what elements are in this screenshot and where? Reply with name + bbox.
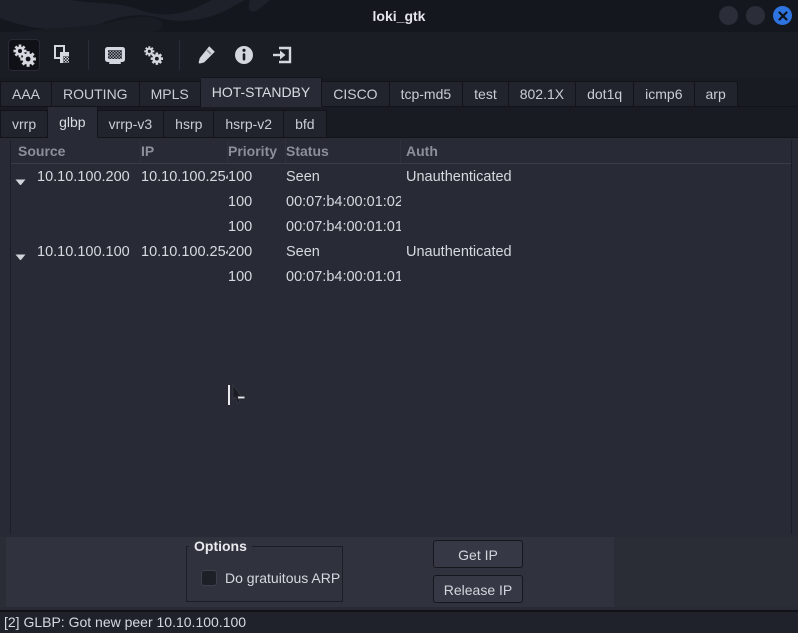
hot-standby-tabs: vrrp glbp vrrp-v3 hsrp hsrp-v2 bfd <box>0 107 798 138</box>
tab-icmp6[interactable]: icmp6 <box>634 81 694 107</box>
column-header-ip[interactable]: IP <box>141 140 228 163</box>
toolbar <box>0 32 798 78</box>
statusbar: [2] GLBP: Got new peer 10.10.100.100 <box>0 610 798 633</box>
tab-hot-standby[interactable]: HOT-STANDBY <box>201 77 323 107</box>
table-row[interactable]: 10.10.100.100 10.10.100.254 200 Seen Una… <box>11 239 791 264</box>
column-header-auth[interactable]: Auth <box>401 140 791 163</box>
minimize-button[interactable] <box>719 6 738 25</box>
preferences-button[interactable] <box>137 39 169 71</box>
column-header-source[interactable]: Source <box>11 140 141 163</box>
cell-priority: 100 <box>228 169 286 185</box>
glbp-page: Source IP Priority Status Auth 10.10.100… <box>0 138 798 610</box>
tab-test[interactable]: test <box>463 81 509 107</box>
cell-priority: 100 <box>228 194 286 210</box>
table-row[interactable]: 100 00:07:b4:00:01:01 <box>11 214 791 239</box>
tab-dot1q[interactable]: dot1q <box>576 81 634 107</box>
cell-auth: Unauthenticated <box>401 244 791 260</box>
options-frame: Options Do gratuitous ARP <box>186 546 343 602</box>
loki-gtk-window: loki_gtk <box>0 0 798 633</box>
copy-document-icon <box>50 43 74 67</box>
release-ip-button[interactable]: Release IP <box>433 575 523 603</box>
cell-source: 10.10.100.200 <box>37 169 130 185</box>
cell-auth: Unauthenticated <box>401 169 791 185</box>
gratuitous-arp-checkbox[interactable] <box>201 570 217 586</box>
cell-status: 00:07:b4:00:01:02 <box>286 194 401 210</box>
cell-priority: 200 <box>228 244 286 260</box>
tab-aaa[interactable]: AAA <box>0 81 52 107</box>
preferences-gears-icon <box>142 44 164 66</box>
cell-status: 00:07:b4:00:01:01 <box>286 269 401 285</box>
titlebar[interactable]: loki_gtk <box>0 0 798 32</box>
cell-priority: 100 <box>228 219 286 235</box>
cell-status: 00:07:b4:00:01:01 <box>286 219 401 235</box>
cell-ip: 10.10.100.254 <box>141 244 228 260</box>
window-controls <box>719 6 792 25</box>
edit-button[interactable] <box>190 39 222 71</box>
close-button[interactable] <box>773 6 792 25</box>
statusbar-message: [2] GLBP: Got new peer 10.10.100.100 <box>4 614 246 630</box>
tab-arp[interactable]: arp <box>695 81 738 107</box>
tab-vrrp[interactable]: vrrp <box>0 110 48 138</box>
tab-hsrp-v2[interactable]: hsrp-v2 <box>214 110 284 138</box>
window-title: loki_gtk <box>0 0 798 32</box>
get-ip-button[interactable]: Get IP <box>433 540 523 568</box>
cell-source: 10.10.100.100 <box>37 244 130 260</box>
maximize-button[interactable] <box>746 6 765 25</box>
tab-routing[interactable]: ROUTING <box>52 81 140 107</box>
table-row[interactable]: 100 00:07:b4:00:01:01 <box>11 264 791 289</box>
tab-vrrp-v3[interactable]: vrrp-v3 <box>98 110 165 138</box>
tab-hsrp[interactable]: hsrp <box>164 110 214 138</box>
close-x-icon <box>778 11 788 21</box>
interfaces-button[interactable] <box>99 39 131 71</box>
edit-pencil-icon <box>194 43 218 67</box>
run-attack-button[interactable] <box>8 39 40 71</box>
run-gears-icon <box>12 43 36 67</box>
cell-status: Seen <box>286 169 401 185</box>
protocol-tabs: AAA ROUTING MPLS HOT-STANDBY CISCO tcp-m… <box>0 78 798 107</box>
glbp-controls-panel: Options Do gratuitous ARP Get IP Release… <box>0 537 798 607</box>
options-legend: Options <box>189 538 252 554</box>
tab-8021x[interactable]: 802.1X <box>509 81 576 107</box>
quit-button[interactable] <box>266 39 298 71</box>
about-info-icon <box>232 43 256 67</box>
tab-glbp[interactable]: glbp <box>48 106 97 138</box>
row-expander-icon[interactable] <box>15 249 26 256</box>
toolbar-separator <box>179 40 180 70</box>
tab-tcp-md5[interactable]: tcp-md5 <box>390 81 464 107</box>
column-header-priority[interactable]: Priority <box>228 140 286 163</box>
row-expander-icon[interactable] <box>15 174 26 181</box>
copy-button[interactable] <box>46 39 78 71</box>
glbp-peer-table: Source IP Priority Status Auth 10.10.100… <box>10 140 792 534</box>
column-header-status[interactable]: Status <box>286 140 401 163</box>
table-row[interactable]: 10.10.100.200 10.10.100.254 100 Seen Una… <box>11 164 791 189</box>
about-button[interactable] <box>228 39 260 71</box>
toolbar-separator <box>88 40 89 70</box>
cell-status: Seen <box>286 244 401 260</box>
quit-exit-icon <box>270 43 294 67</box>
cell-ip: 10.10.100.254 <box>141 169 228 185</box>
network-interface-icon <box>102 43 128 67</box>
tab-bfd[interactable]: bfd <box>284 110 326 138</box>
gratuitous-arp-label: Do gratuitous ARP <box>225 570 340 586</box>
cell-priority: 100 <box>228 269 286 285</box>
tab-mpls[interactable]: MPLS <box>140 81 201 107</box>
tab-cisco[interactable]: CISCO <box>322 81 389 107</box>
gratuitous-arp-option: Do gratuitous ARP <box>201 570 340 586</box>
table-row[interactable]: 100 00:07:b4:00:01:02 <box>11 189 791 214</box>
table-header: Source IP Priority Status Auth <box>11 140 791 164</box>
